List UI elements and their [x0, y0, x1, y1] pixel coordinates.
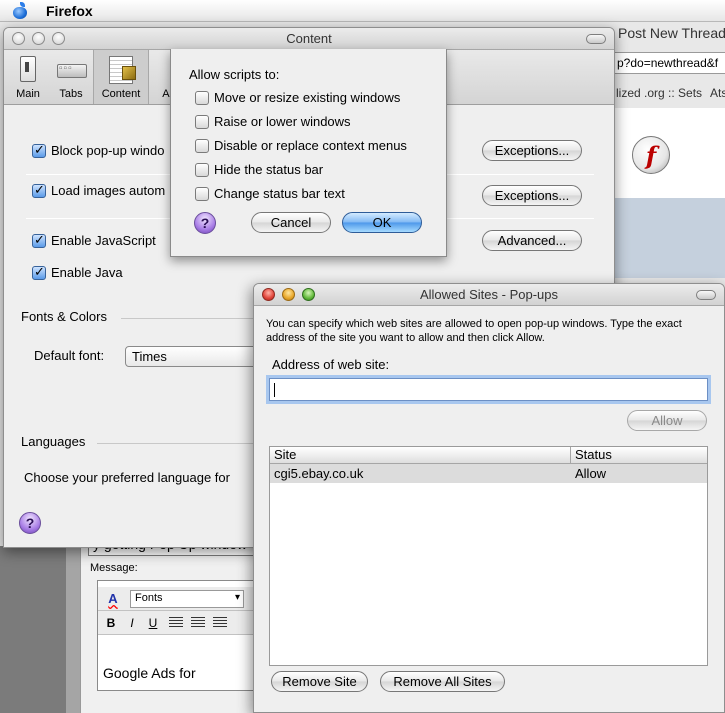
- sites-table-header: Site Status: [270, 447, 707, 464]
- script-option-row[interactable]: Change status bar text: [195, 186, 345, 201]
- raise-lower-checkbox[interactable]: [195, 114, 209, 129]
- editor-text: Google Ads for: [103, 665, 196, 681]
- toolbar-content-label: Content: [101, 88, 141, 100]
- enable-javascript-label: Enable JavaScript: [51, 233, 156, 248]
- toolbar-main[interactable]: Main: [10, 50, 46, 104]
- flash-logo-icon: f: [632, 136, 670, 174]
- script-option-label: Move or resize existing windows: [214, 90, 401, 105]
- tabs-icon: [55, 54, 87, 84]
- popup-exceptions-button[interactable]: Exceptions...: [482, 140, 582, 161]
- script-option-label: Hide the status bar: [214, 162, 324, 177]
- app-menu-firefox[interactable]: Firefox: [46, 3, 93, 19]
- script-option-label: Change status bar text: [214, 186, 345, 201]
- sites-description: You can specify which web sites are allo…: [266, 318, 682, 344]
- font-select[interactable]: Fonts: [130, 589, 244, 608]
- italic-button[interactable]: I: [124, 615, 140, 631]
- block-popups-row[interactable]: Block pop-up windo: [32, 142, 165, 158]
- toolbar-toggle-icon[interactable]: [586, 34, 606, 44]
- move-resize-checkbox[interactable]: [195, 90, 209, 105]
- enable-java-row[interactable]: Enable Java: [32, 264, 123, 280]
- help-button[interactable]: ?: [194, 212, 216, 234]
- sites-table[interactable]: Site Status cgi5.ebay.co.uk Allow: [269, 446, 708, 666]
- status-bar-text-checkbox[interactable]: [195, 186, 209, 201]
- default-font-select[interactable]: Times: [125, 346, 260, 367]
- browser-url-bar[interactable]: p?do=newthread&f: [612, 52, 725, 74]
- main-switch-icon: [12, 54, 44, 84]
- enable-java-checkbox[interactable]: [32, 264, 46, 280]
- languages-heading: Languages: [21, 434, 86, 449]
- address-label: Address of web site:: [272, 357, 390, 372]
- script-option-row[interactable]: Disable or replace context menus: [195, 138, 407, 153]
- toolbar-tabs-label: Tabs: [59, 88, 83, 100]
- allow-button[interactable]: Allow: [627, 410, 707, 431]
- script-option-label: Disable or replace context menus: [214, 138, 407, 153]
- align-right-icon[interactable]: [213, 617, 227, 628]
- message-label: Message:: [90, 562, 138, 574]
- enable-javascript-checkbox[interactable]: [32, 232, 46, 248]
- bookmarks-bar: lized .org :: Sets Ats: [612, 86, 725, 100]
- block-popups-label: Block pop-up windo: [51, 143, 165, 158]
- mac-menubar: Firefox: [0, 0, 725, 22]
- editor-format-toolbar: B I U: [98, 611, 256, 635]
- allow-scripts-heading: Allow scripts to:: [189, 67, 280, 82]
- default-font-label: Default font:: [34, 348, 105, 363]
- script-option-row[interactable]: Move or resize existing windows: [195, 90, 400, 105]
- underline-button[interactable]: U: [145, 615, 161, 631]
- sites-titlebar[interactable]: Allowed Sites - Pop-ups: [254, 284, 724, 306]
- toolbar-toggle-icon[interactable]: [696, 290, 716, 300]
- message-editor[interactable]: A Fonts B I U Google Ads for: [97, 580, 256, 691]
- column-header-status[interactable]: Status: [571, 447, 612, 463]
- help-button[interactable]: ?: [19, 512, 41, 534]
- browser-tab-title: Post New Thread: [618, 25, 725, 41]
- prefs-window-title: Content: [286, 31, 332, 46]
- content-icon: [105, 54, 137, 84]
- load-images-checkbox[interactable]: [32, 182, 46, 198]
- allow-scripts-sheet: Allow scripts to: Move or resize existin…: [170, 49, 447, 257]
- load-images-row[interactable]: Load images autom: [32, 182, 166, 198]
- bookmark-item[interactable]: lized .org :: Sets: [616, 86, 702, 100]
- block-popups-checkbox[interactable]: [32, 142, 46, 158]
- toolbar-content[interactable]: Content: [93, 50, 149, 104]
- spellcheck-icon[interactable]: A: [104, 591, 122, 607]
- bookmark-item[interactable]: Ats: [710, 86, 725, 100]
- text-caret: [274, 383, 275, 397]
- enable-java-label: Enable Java: [51, 265, 123, 280]
- remove-site-button[interactable]: Remove Site: [271, 671, 368, 692]
- section-line: [121, 318, 261, 319]
- editor-toolbar: A Fonts: [98, 587, 256, 611]
- site-address-input[interactable]: [269, 378, 708, 401]
- table-row[interactable]: cgi5.ebay.co.uk Allow: [270, 464, 707, 483]
- fonts-colors-heading: Fonts & Colors: [21, 309, 107, 324]
- column-header-site[interactable]: Site: [270, 447, 571, 463]
- languages-description: Choose your preferred language for: [24, 470, 230, 485]
- apple-menu-icon[interactable]: [11, 1, 29, 20]
- cancel-button[interactable]: Cancel: [251, 212, 331, 233]
- advanced-js-button[interactable]: Advanced...: [482, 230, 582, 251]
- section-line: [97, 443, 261, 444]
- status-cell: Allow: [575, 466, 607, 481]
- image-exceptions-button[interactable]: Exceptions...: [482, 185, 582, 206]
- sites-window-title: Allowed Sites - Pop-ups: [419, 287, 558, 302]
- prefs-titlebar[interactable]: Content: [4, 28, 614, 50]
- script-option-row[interactable]: Hide the status bar: [195, 162, 323, 177]
- load-images-label: Load images autom: [51, 183, 166, 198]
- script-option-row[interactable]: Raise or lower windows: [195, 114, 351, 129]
- bold-button[interactable]: B: [103, 615, 119, 631]
- page-left-border: [66, 546, 80, 713]
- remove-all-sites-button[interactable]: Remove All Sites: [380, 671, 505, 692]
- align-center-icon[interactable]: [191, 617, 205, 628]
- toolbar-main-label: Main: [16, 88, 40, 100]
- page-content-panel: [612, 198, 725, 278]
- hide-status-bar-checkbox[interactable]: [195, 162, 209, 177]
- allowed-sites-window: Allowed Sites - Pop-ups You can specify …: [253, 283, 725, 713]
- page-content: f: [612, 108, 725, 198]
- context-menus-checkbox[interactable]: [195, 138, 209, 153]
- toolbar-tabs[interactable]: Tabs: [52, 50, 90, 104]
- align-left-icon[interactable]: [169, 617, 183, 628]
- enable-javascript-row[interactable]: Enable JavaScript: [32, 232, 156, 248]
- script-option-label: Raise or lower windows: [214, 114, 351, 129]
- ok-button[interactable]: OK: [342, 212, 422, 233]
- site-cell: cgi5.ebay.co.uk: [274, 466, 364, 481]
